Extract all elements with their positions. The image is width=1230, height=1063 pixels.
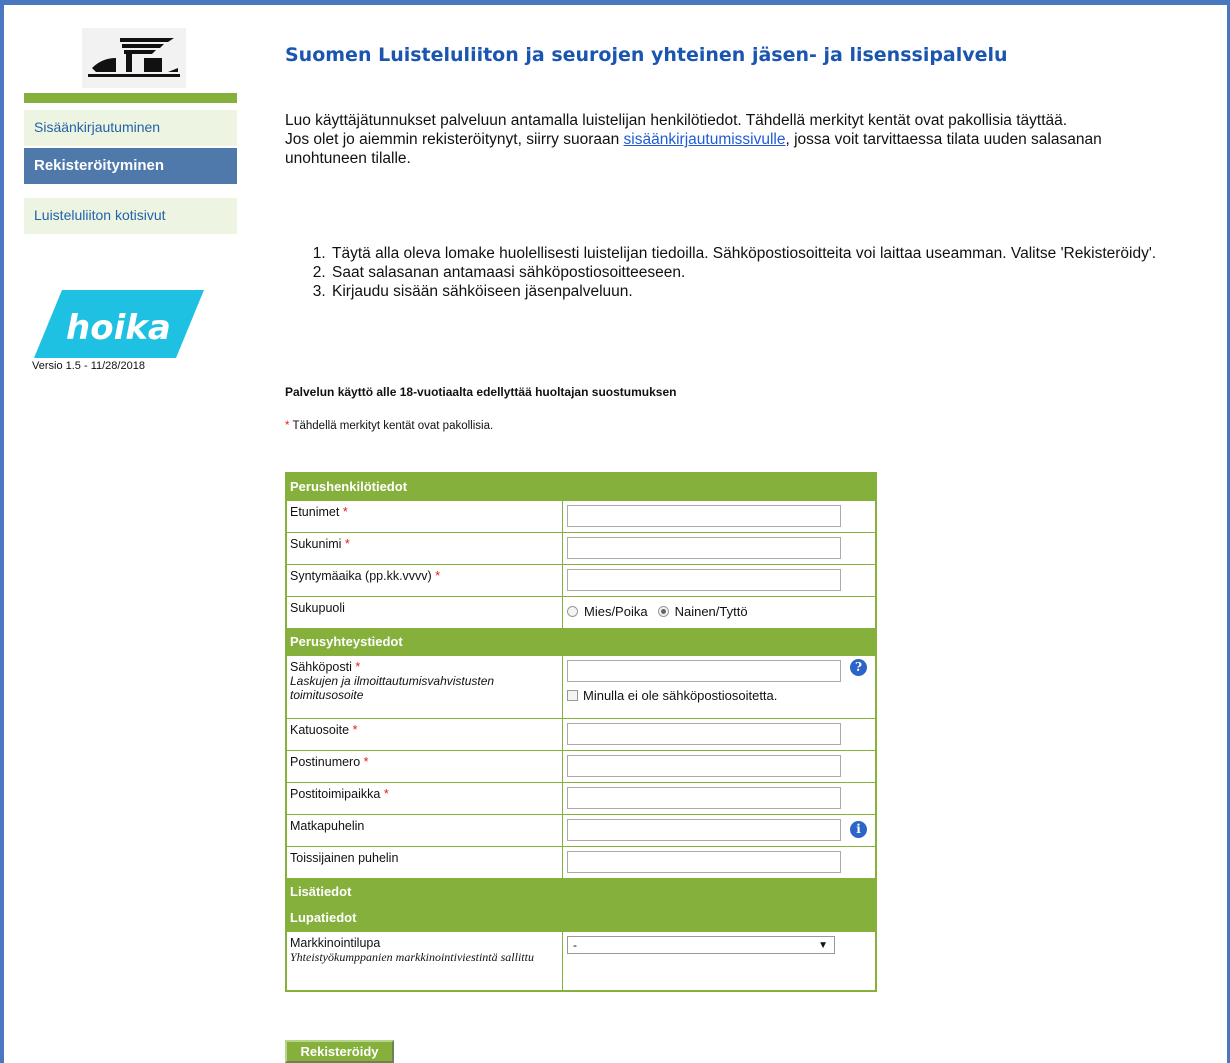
instruction-steps: Täytä alla oleva lomake huolellisesti lu… — [285, 244, 1165, 301]
sidebar-item-skating-federation-home[interactable]: Luisteluliiton kotisivut — [24, 198, 237, 234]
first-name-input[interactable] — [567, 505, 841, 527]
sidebar-accent-bar — [24, 93, 237, 103]
sidebar-item-register[interactable]: Rekisteröityminen — [24, 148, 237, 184]
gender-female-radio[interactable] — [657, 606, 669, 617]
hoika-logo: hoika — [34, 290, 204, 358]
last-name-input[interactable] — [567, 537, 841, 559]
svg-text:hoika: hoika — [66, 308, 171, 348]
version-label: Versio 1.5 - 11/28/2018 — [32, 360, 145, 372]
form-row-postal-code: Postinumero * — [287, 750, 875, 782]
no-email-checkbox[interactable] — [567, 690, 578, 701]
secondary-phone-label: Toissijainen puhelin — [290, 851, 399, 865]
window-frame-top — [0, 0, 1230, 5]
postal-code-label: Postinumero — [290, 755, 361, 769]
birth-date-label: Syntymäaika (pp.kk.vvvv) — [290, 569, 432, 583]
intro-login-hint: Jos olet jo aiemmin rekisteröitynyt, sii… — [285, 131, 1102, 167]
no-email-label: Minulla ei ole sähköpostiosoitetta. — [583, 688, 778, 703]
gender-male-label: Mies/Poika — [584, 604, 648, 619]
mobile-label: Matkapuhelin — [290, 819, 365, 833]
page-title: Suomen Luisteluliiton ja seurojen yhtein… — [285, 44, 1008, 66]
dropdown-arrow-icon: ▼ — [818, 939, 828, 951]
last-name-label: Sukunimi — [290, 537, 342, 551]
section-permissions: Lupatiedot — [287, 905, 875, 931]
form-row-first-name: Etunimet * — [287, 500, 875, 532]
form-row-marketing: Markkinointilupa Yhteistyökumppanien mar… — [287, 931, 875, 990]
step-item: Kirjaudu sisään sähköiseen jäsenpalveluu… — [330, 282, 1165, 301]
mobile-input[interactable] — [567, 819, 841, 841]
city-label: Postitoimipaikka — [290, 787, 381, 801]
secondary-phone-input[interactable] — [567, 851, 841, 873]
city-input[interactable] — [567, 787, 841, 809]
postal-code-input[interactable] — [567, 755, 841, 777]
first-name-label: Etunimet — [290, 505, 340, 519]
guardian-notice: Palvelun käyttö alle 18-vuotiaalta edell… — [285, 385, 677, 399]
street-label: Katuosoite — [290, 723, 350, 737]
birth-date-input[interactable] — [567, 569, 841, 591]
sidebar-item-login[interactable]: Sisäänkirjautuminen — [24, 110, 237, 146]
window-frame-left — [0, 0, 4, 1063]
section-additional-info: Lisätiedot — [287, 878, 875, 905]
registration-form: Perushenkilötiedot Etunimet * Sukunimi *… — [285, 472, 877, 992]
gender-female-label: Nainen/Tyttö — [674, 604, 748, 619]
step-item: Saat salasanan antamaasi sähköpostiosoit… — [330, 263, 1165, 282]
form-row-birth-date: Syntymäaika (pp.kk.vvvv) * — [287, 564, 875, 596]
street-input[interactable] — [567, 723, 841, 745]
form-row-city: Postitoimipaikka * — [287, 782, 875, 814]
step-item: Täytä alla oleva lomake huolellisesti lu… — [330, 244, 1165, 263]
skate-logo — [82, 28, 186, 88]
required-fields-note: * Tähdellä merkityt kentät ovat pakollis… — [285, 420, 494, 432]
intro-text: Luo käyttäjätunnukset palveluun antamall… — [285, 111, 1165, 168]
marketing-permission-select[interactable]: - ▼ — [567, 936, 835, 954]
gender-label: Sukupuoli — [290, 601, 345, 615]
form-row-mobile: Matkapuhelin i — [287, 814, 875, 846]
email-input[interactable] — [567, 660, 841, 682]
form-row-secondary-phone: Toissijainen puhelin — [287, 846, 875, 878]
info-icon[interactable]: i — [850, 821, 867, 838]
intro-paragraph: Luo käyttäjätunnukset palveluun antamall… — [285, 112, 1068, 129]
section-contact-info: Perusyhteystiedot — [287, 628, 875, 655]
form-row-street: Katuosoite * — [287, 718, 875, 750]
form-row-last-name: Sukunimi * — [287, 532, 875, 564]
login-page-link[interactable]: sisäänkirjautumissivulle — [624, 131, 786, 148]
email-label: Sähköposti — [290, 660, 352, 674]
gender-radio-group: Mies/Poika Nainen/Tyttö — [567, 601, 748, 619]
form-row-email: Sähköposti * Laskujen ja ilmoittautumisv… — [287, 655, 875, 718]
email-sublabel: Laskujen ja ilmoittautumisvahvistusten t… — [290, 674, 495, 702]
section-personal-info: Perushenkilötiedot — [287, 474, 875, 500]
marketing-label: Markkinointilupa — [290, 936, 381, 950]
help-icon[interactable]: ? — [850, 659, 867, 676]
gender-male-radio[interactable] — [567, 606, 578, 617]
marketing-sublabel: Yhteistyökumppanien markkinointiviestint… — [290, 950, 534, 964]
form-row-gender: Sukupuoli Mies/Poika Nainen/Tyttö — [287, 596, 875, 628]
register-button[interactable]: Rekisteröidy — [285, 1040, 394, 1063]
